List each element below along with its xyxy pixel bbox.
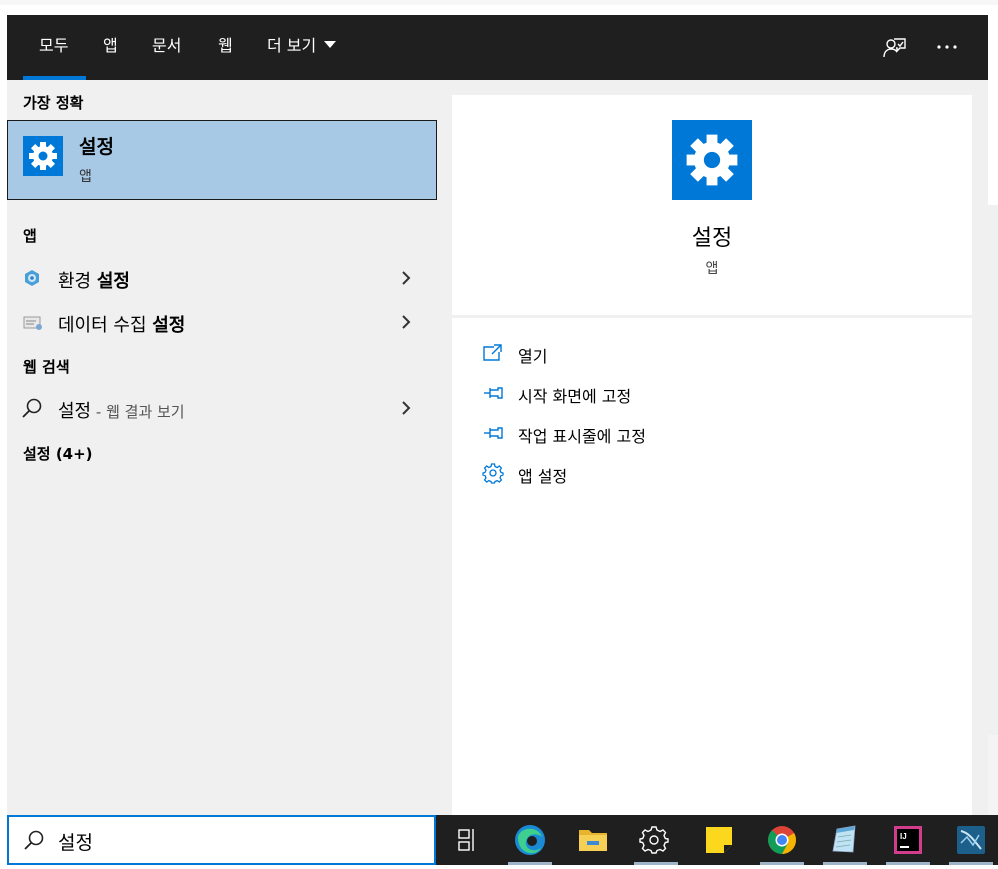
chevron-right-icon[interactable] — [399, 270, 413, 286]
open-icon — [482, 342, 504, 364]
desktop-background-top — [0, 0, 998, 5]
action-pin-to-start-label: 시작 화면에 고정 — [518, 387, 632, 406]
search-topbar: 모두 앱 문서 웹 더 보기 — [7, 15, 988, 80]
gear-icon — [482, 462, 504, 484]
action-pin-to-taskbar-label: 작업 표시줄에 고정 — [518, 427, 646, 446]
app-result-label: 데이터 수집 — [58, 315, 153, 336]
mysql-workbench-icon[interactable] — [943, 815, 998, 865]
tab-documents-label: 문서 — [152, 36, 182, 55]
search-box[interactable]: 설정 — [7, 815, 436, 865]
control-panel-icon — [23, 269, 41, 287]
tab-web-label: 웹 — [218, 36, 233, 55]
feedback-icon[interactable] — [880, 33, 910, 63]
app-result-environment-settings[interactable]: 환경 설정 — [7, 256, 437, 300]
settings-icon — [23, 136, 63, 176]
task-view-icon[interactable] — [439, 815, 495, 865]
tab-documents[interactable]: 문서 — [152, 15, 181, 80]
settings-icon[interactable] — [628, 815, 684, 865]
action-open-label: 열기 — [518, 347, 548, 366]
more-options-icon[interactable] — [933, 33, 963, 63]
notepad-icon[interactable] — [817, 815, 873, 865]
app-result-highlight: 설정 — [152, 315, 186, 336]
tab-more[interactable]: 더 보기 — [267, 15, 337, 80]
results-list: 가장 정확 설정 앱 앱 환경 설정 데이터 수집 설정 웹 검색 설정 - 웹… — [7, 80, 437, 815]
web-search-query: 설정 — [58, 401, 92, 422]
intellij-icon[interactable]: IJ — [880, 815, 936, 865]
web-search-result[interactable]: 설정 - 웹 결과 보기 — [7, 386, 437, 430]
detail-actions: 열기 시작 화면에 고정 작업 표시줄에 고정 앱 설정 — [452, 318, 972, 815]
svg-text:IJ: IJ — [900, 832, 907, 841]
app-result-highlight: 설정 — [96, 271, 130, 292]
action-app-settings-label: 앱 설정 — [518, 467, 568, 486]
data-collection-icon — [23, 314, 43, 332]
best-match-header: 가장 정확 — [23, 94, 84, 112]
settings-large-icon — [672, 120, 752, 200]
tab-apps-label: 앱 — [103, 36, 118, 55]
taskbar: IJ — [436, 815, 998, 865]
tab-all[interactable]: 모두 — [23, 15, 86, 80]
apps-header: 앱 — [23, 227, 37, 245]
best-match-title: 설정 — [79, 136, 114, 158]
search-icon — [23, 829, 45, 851]
web-search-suffix: - 웹 결과 보기 — [91, 403, 185, 421]
best-match-subtitle: 앱 — [79, 169, 92, 185]
edge-icon[interactable] — [502, 815, 558, 865]
settings-section-header[interactable]: 설정 (4+) — [23, 443, 93, 464]
chevron-right-icon[interactable] — [399, 314, 413, 330]
chrome-icon[interactable] — [754, 815, 810, 865]
pin-icon — [482, 382, 504, 404]
tab-web[interactable]: 웹 — [218, 15, 233, 80]
search-input[interactable]: 설정 — [58, 828, 93, 855]
tab-more-label: 더 보기 — [267, 36, 317, 55]
app-result-data-collection-settings[interactable]: 데이터 수집 설정 — [7, 300, 437, 344]
tab-all-label: 모두 — [39, 36, 69, 55]
desktop-background-right-lower — [988, 735, 998, 815]
tab-apps[interactable]: 앱 — [103, 15, 118, 80]
detail-title: 설정 — [691, 226, 733, 251]
best-match-item[interactable]: 설정 앱 — [7, 120, 437, 200]
detail-subtitle: 앱 — [705, 261, 719, 277]
app-result-label: 환경 — [58, 271, 97, 292]
web-search-header: 웹 검색 — [23, 358, 70, 376]
pin-icon — [482, 422, 504, 444]
detail-header: 설정 앱 — [452, 95, 972, 315]
search-icon — [21, 397, 43, 419]
file-explorer-icon[interactable] — [565, 815, 621, 865]
desktop-background-right — [988, 205, 998, 735]
sticky-notes-icon[interactable] — [691, 815, 747, 865]
search-panel: 모두 앱 문서 웹 더 보기 가장 정확 설정 앱 앱 환경 설정 데이터 수집… — [7, 15, 988, 815]
chevron-right-icon[interactable] — [399, 400, 413, 416]
chevron-down-icon — [324, 41, 337, 48]
